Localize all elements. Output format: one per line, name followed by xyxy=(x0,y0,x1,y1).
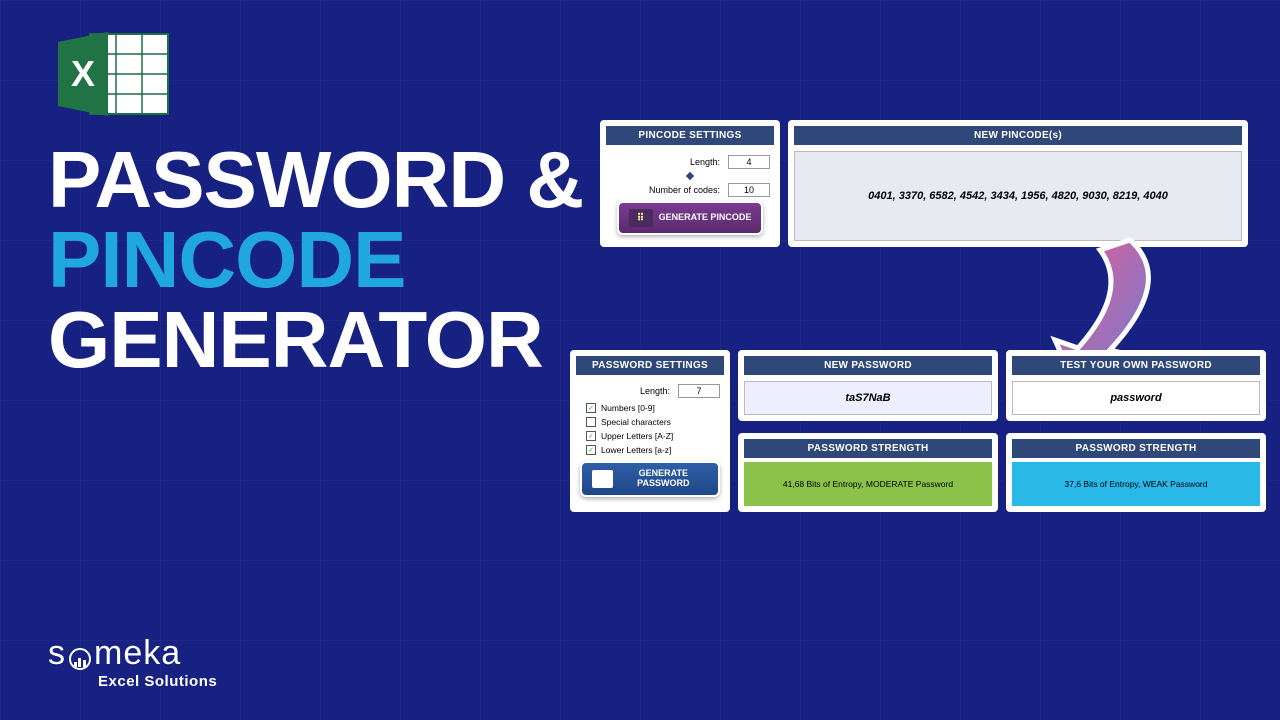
pincode-length-input[interactable]: 4 xyxy=(728,155,770,169)
opt-special-label: Special characters xyxy=(601,417,671,427)
svg-text:X: X xyxy=(71,53,95,94)
new-password-card: NEW PASSWORD taS7NaB xyxy=(738,350,998,421)
password-settings-card: PASSWORD SETTINGS Length: 7 ✓ Numbers [0-… xyxy=(570,350,730,512)
pincode-output-card: NEW PINCODE(s) 0401, 3370, 6582, 4542, 3… xyxy=(788,120,1248,247)
brand-name-pre: s xyxy=(48,634,66,673)
pincode-settings-header: PINCODE SETTINGS xyxy=(606,126,774,145)
generate-pincode-button[interactable]: ⠿ GENERATE PINCODE xyxy=(617,201,764,235)
brand-logo: s meka Excel Solutions xyxy=(48,634,217,690)
password-length-input[interactable]: 7 xyxy=(678,384,720,398)
test-password-strength-header: PASSWORD STRENGTH xyxy=(1012,439,1260,458)
checkbox-numbers[interactable]: ✓ xyxy=(586,403,596,413)
brand-name-post: meka xyxy=(94,634,181,673)
opt-lower-label: Lower Letters [a-z] xyxy=(601,445,671,455)
test-password-card: TEST YOUR OWN PASSWORD password xyxy=(1006,350,1266,421)
pincode-count-label: Number of codes: xyxy=(610,185,728,195)
test-password-strength-value: 37,6 Bits of Entropy, WEAK Password xyxy=(1012,462,1260,506)
password-button-icon: ⁂ xyxy=(592,470,613,488)
password-settings-header: PASSWORD SETTINGS xyxy=(576,356,724,375)
pincode-panel: PINCODE SETTINGS Length: 4 Number of cod… xyxy=(600,120,1248,247)
brand-subtitle: Excel Solutions xyxy=(98,673,217,690)
test-password-input[interactable]: password xyxy=(1012,381,1260,415)
generate-password-button[interactable]: ⁂ GENERATE PASSWORD xyxy=(580,461,720,497)
title-line-3: GENERATOR xyxy=(48,300,583,380)
excel-icon: X xyxy=(48,24,178,124)
password-panel: PASSWORD SETTINGS Length: 7 ✓ Numbers [0-… xyxy=(570,350,1266,512)
new-password-header: NEW PASSWORD xyxy=(744,356,992,375)
generate-pincode-label: GENERATE PINCODE xyxy=(659,213,752,223)
checkbox-special[interactable] xyxy=(586,417,596,427)
title-line-1: PASSWORD & xyxy=(48,140,583,220)
new-password-strength-card: PASSWORD STRENGTH 41,68 Bits of Entropy,… xyxy=(738,433,998,512)
checkbox-lower[interactable]: ✓ xyxy=(586,445,596,455)
test-password-strength-card: PASSWORD STRENGTH 37,6 Bits of Entropy, … xyxy=(1006,433,1266,512)
title-line-2: PINCODE xyxy=(48,220,583,300)
new-password-strength-header: PASSWORD STRENGTH xyxy=(744,439,992,458)
brand-o-icon xyxy=(69,648,91,670)
pincode-count-input[interactable]: 10 xyxy=(728,183,770,197)
pincode-output-header: NEW PINCODE(s) xyxy=(794,126,1242,145)
pincode-length-label: Length: xyxy=(610,157,728,167)
new-password-strength-value: 41,68 Bits of Entropy, MODERATE Password xyxy=(744,462,992,506)
password-length-label: Length: xyxy=(580,386,678,396)
opt-upper-label: Upper Letters [A-Z] xyxy=(601,431,673,441)
checkbox-upper[interactable]: ✓ xyxy=(586,431,596,441)
main-title: PASSWORD & PINCODE GENERATOR xyxy=(48,140,583,380)
new-password-value: taS7NaB xyxy=(744,381,992,415)
pincode-output-value: 0401, 3370, 6582, 4542, 3434, 1956, 4820… xyxy=(794,151,1242,241)
test-password-header: TEST YOUR OWN PASSWORD xyxy=(1012,356,1260,375)
generate-password-label: GENERATE PASSWORD xyxy=(619,469,708,489)
opt-numbers-label: Numbers [0-9] xyxy=(601,403,655,413)
pincode-settings-card: PINCODE SETTINGS Length: 4 Number of cod… xyxy=(600,120,780,247)
pincode-button-icon: ⠿ xyxy=(629,209,653,227)
diamond-icon xyxy=(686,172,694,180)
